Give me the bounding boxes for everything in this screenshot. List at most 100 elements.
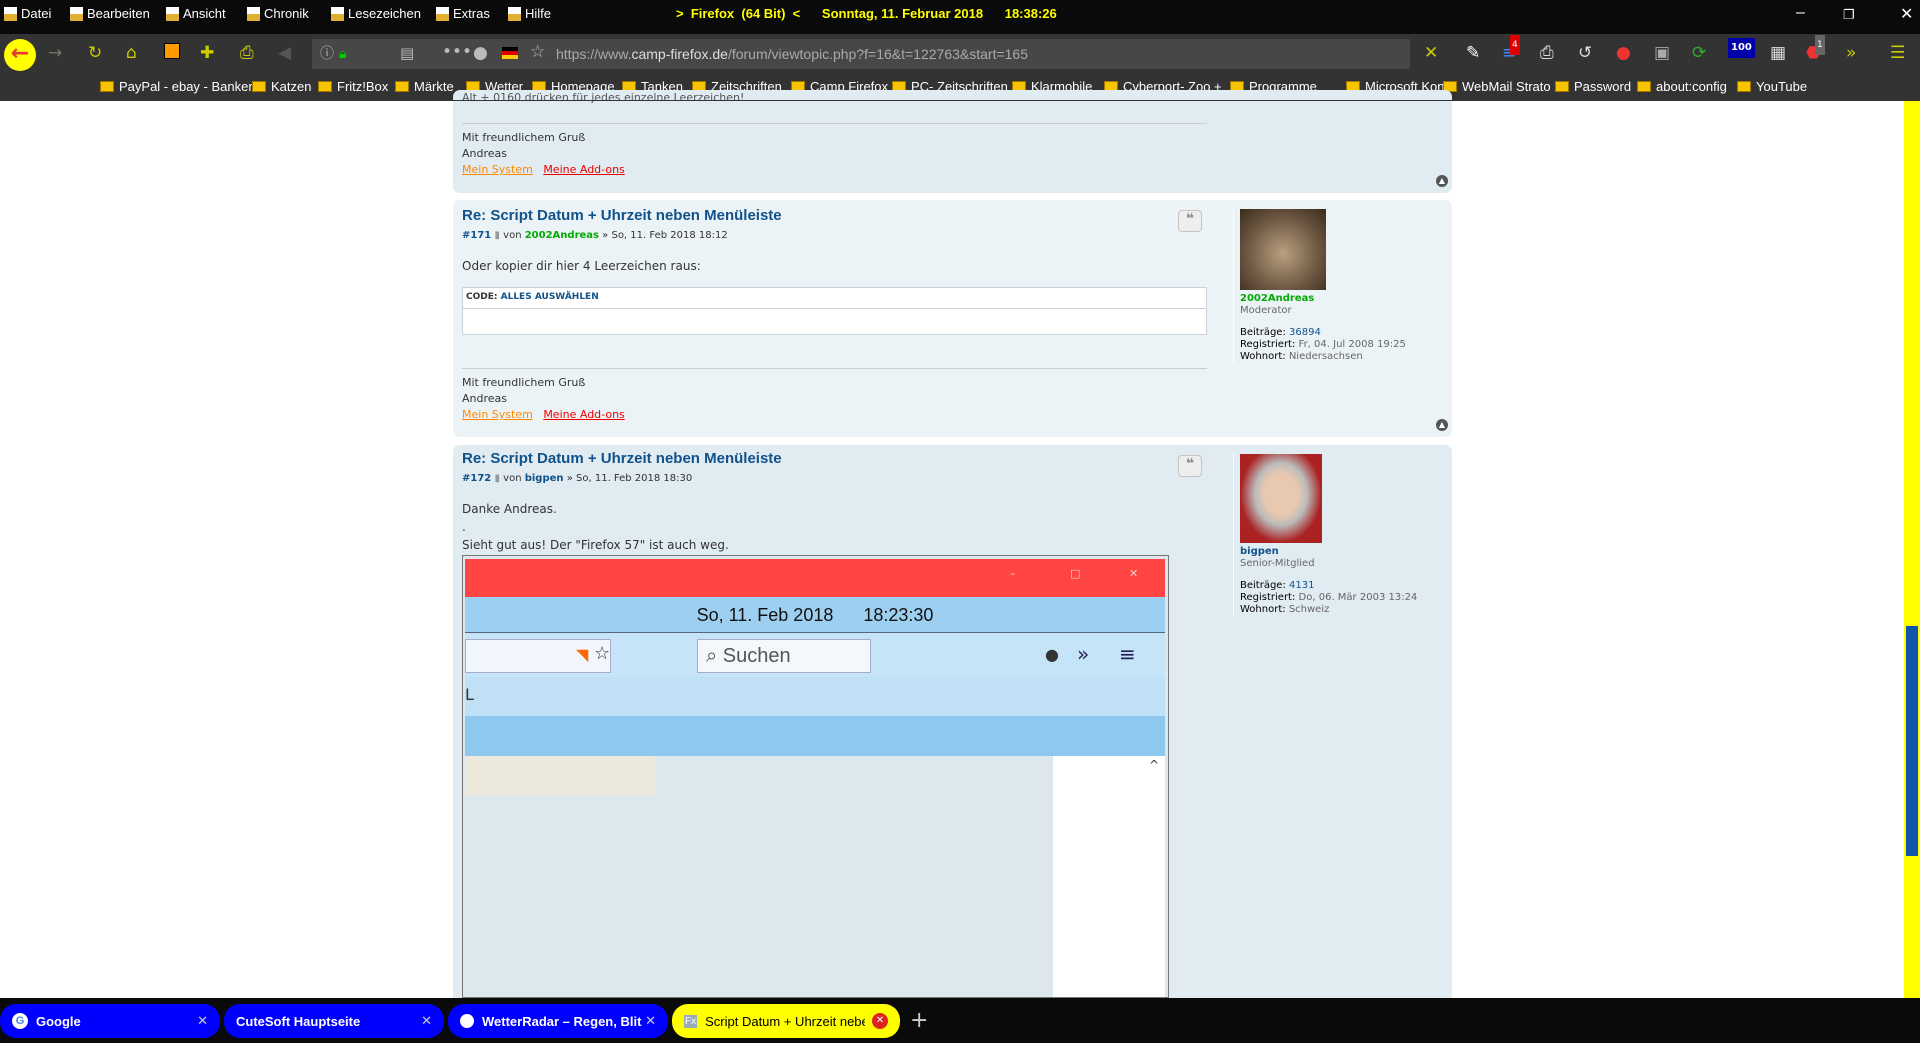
menu-hilfe[interactable]: Hilfe [508, 6, 551, 21]
menu-icon [508, 6, 521, 21]
addons-puzzle-icon[interactable]: ✚ [200, 43, 214, 63]
close-tab-icon[interactable]: ✕ [872, 1013, 888, 1029]
url-bar[interactable]: ⓘ 🔒︎ ▤ ••• ● ☆ https://www.camp-firefox.… [312, 39, 1410, 69]
close-tab-icon[interactable]: ✕ [645, 1013, 656, 1029]
link-meine-addons[interactable]: Meine Add-ons [543, 408, 624, 421]
bookmark-item[interactable]: PayPal - ebay - Banken [100, 79, 256, 94]
menu-datei[interactable]: Datei [4, 6, 51, 21]
post-author[interactable]: bigpen [525, 473, 564, 484]
link-mein-system[interactable]: Mein System [462, 408, 533, 421]
post-number[interactable]: #172 [462, 473, 491, 484]
post-author[interactable]: 2002Andreas [525, 230, 599, 241]
pdf-icon[interactable]: ● [1616, 43, 1631, 63]
back-button[interactable]: ← [4, 39, 36, 71]
forward-button[interactable]: → [48, 43, 62, 63]
adblock-icon[interactable]: ⬣ 1 [1806, 35, 1825, 63]
bookmark-label: Fritz!Box [337, 79, 389, 94]
title-info: > Firefox (64 Bit) < Sonntag, 11. Februa… [676, 6, 1057, 21]
back-to-top-icon[interactable]: ▲ [1436, 419, 1448, 431]
info-icon[interactable]: ⓘ [320, 44, 334, 64]
select-all-link[interactable]: ALLES AUSWÄHLEN [501, 292, 599, 302]
menu-label: Ansicht [183, 6, 226, 21]
notify-icon[interactable]: ≡4 [1502, 35, 1520, 63]
bookmark-item[interactable]: Märkte [395, 79, 454, 94]
reader-view-icon[interactable]: ▤ [400, 43, 414, 63]
google-icon: G [12, 1013, 28, 1029]
overflow-chevron-icon[interactable]: » [1846, 43, 1856, 63]
profile-name[interactable]: 2002Andreas [1240, 293, 1406, 305]
post-title[interactable]: Re: Script Datum + Uhrzeit neben Menülei… [462, 207, 782, 224]
tab-label: Script Datum + Uhrzeit neben [705, 1013, 866, 1029]
posts-count[interactable]: 4131 [1289, 580, 1314, 591]
menu-ansicht[interactable]: Ansicht [166, 6, 226, 21]
link-mein-system[interactable]: Mein System [462, 163, 533, 176]
post-text-line: Danke Andreas. [462, 502, 557, 516]
back-to-top-icon[interactable]: ▲ [1436, 175, 1448, 187]
tab-script-datum-active[interactable]: Fx Script Datum + Uhrzeit neben ✕ [672, 1004, 900, 1038]
restore-button[interactable]: ❐ [1843, 7, 1855, 23]
reload-button[interactable]: ↻ [88, 43, 102, 63]
tab-cutesoft[interactable]: CuteSoft Hauptseite ✕ [224, 1004, 444, 1038]
brush-icon[interactable]: ✎ [1466, 43, 1480, 63]
bookmark-item[interactable]: Password [1555, 79, 1631, 94]
bookmark-star-icon[interactable]: ☆ [530, 42, 545, 62]
close-window-button[interactable]: ✕ [1900, 4, 1913, 24]
link-meine-addons[interactable]: Meine Add-ons [543, 163, 624, 176]
tab-bar: G Google ✕ CuteSoft Hauptseite ✕ WetterRada… [0, 998, 1920, 1043]
tab-wetterradar[interactable]: WetterRadar – Regen, Blitze ✕ [448, 1004, 668, 1038]
shot-chevron-icon: » [1077, 642, 1090, 666]
post-title[interactable]: Re: Script Datum + Uhrzeit neben Menülei… [462, 450, 782, 467]
screenshot-icon[interactable]: ▣ [1654, 43, 1670, 63]
bookmark-item[interactable]: Fritz!Box [318, 79, 388, 94]
new-tab-button[interactable]: + [910, 1008, 928, 1033]
print-icon[interactable]: ⎙ [240, 43, 254, 63]
calendar-icon[interactable]: ▦ [1770, 43, 1786, 63]
printer-addon-icon[interactable]: ⎙ [1540, 43, 1554, 63]
posts-label: Beiträge: [1240, 327, 1286, 338]
close-x-icon[interactable]: ✕ [1424, 43, 1438, 63]
bookmark-item[interactable]: WebMail Strato [1443, 79, 1551, 94]
lock-icon: 🔒︎ [339, 46, 347, 62]
more-actions-icon[interactable]: ••• [442, 42, 472, 62]
menu-extras[interactable]: Extras [436, 6, 490, 21]
post-date: » So, 11. Feb 2018 18:12 [602, 230, 728, 241]
bookmark-item[interactable]: about:config [1637, 79, 1727, 94]
signature: Mit freundlichem Gruß Andreas Mein Syste… [462, 123, 1207, 178]
sync-icon[interactable]: ⟳ [1692, 43, 1706, 63]
bookmark-item[interactable]: Katzen [252, 79, 311, 94]
bookmark-item[interactable]: YouTube [1737, 79, 1807, 94]
reg-label: Registriert: [1240, 592, 1296, 603]
home-button[interactable]: ⌂ [126, 43, 137, 63]
menu-icon [436, 6, 449, 21]
scrollbar-thumb[interactable] [1906, 626, 1918, 856]
post-number[interactable]: #171 [462, 230, 491, 241]
posts-count[interactable]: 36894 [1289, 327, 1321, 338]
quote-button[interactable]: ❝ [1178, 210, 1202, 232]
speaker-icon[interactable]: ◀ [278, 43, 291, 63]
hamburger-menu-icon[interactable]: ☰ [1890, 43, 1905, 63]
search-tool-icon[interactable] [164, 43, 180, 59]
menu-bearbeiten[interactable]: Bearbeiten [70, 6, 150, 21]
shot-tabstrip [465, 716, 1165, 756]
url-text[interactable]: https://www.camp-firefox.de/forum/viewto… [556, 46, 1028, 62]
shot-maximize-icon: □ [1070, 567, 1081, 580]
close-tab-icon[interactable]: ✕ [421, 1013, 432, 1029]
post-date: » So, 11. Feb 2018 18:30 [566, 473, 693, 484]
location: Niedersachsen [1288, 351, 1363, 362]
quote-button[interactable]: ❝ [1178, 455, 1202, 477]
folder-icon [1737, 81, 1751, 92]
menu-lesezeichen[interactable]: Lesezeichen [331, 6, 421, 21]
minimize-button[interactable]: – [1796, 4, 1805, 22]
menu-chronik[interactable]: Chronik [247, 6, 309, 21]
undo-icon[interactable]: ↺ [1578, 43, 1592, 63]
counter-badge[interactable]: 100 [1728, 38, 1755, 58]
page-scrollbar[interactable] [1904, 101, 1920, 998]
profile-name[interactable]: bigpen [1240, 546, 1417, 558]
menu-icon [247, 6, 260, 21]
tab-google[interactable]: G Google ✕ [0, 1004, 220, 1038]
menu-label: Hilfe [525, 6, 552, 21]
pocket-icon[interactable]: ● [473, 43, 488, 63]
close-tab-icon[interactable]: ✕ [197, 1013, 208, 1029]
post-text: Oder kopier dir hier 4 Leerzeichen raus: [462, 259, 701, 273]
code-box: CODE: ALLES AUSWÄHLEN [462, 287, 1207, 335]
